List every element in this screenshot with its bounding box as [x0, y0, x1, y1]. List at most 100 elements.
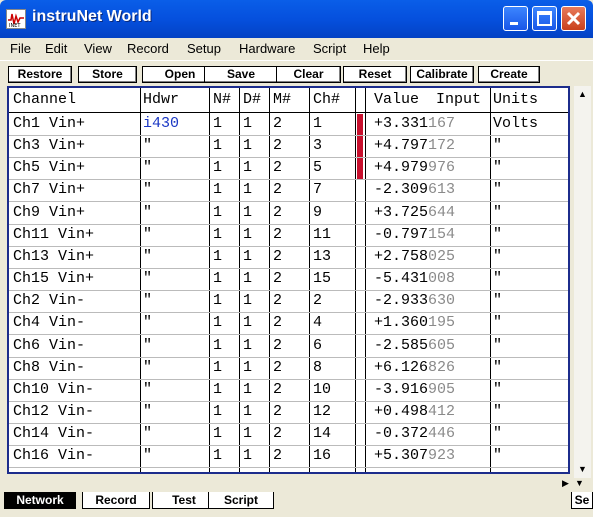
close-button[interactable] — [561, 6, 586, 31]
cell-value[interactable]: -2.585605 — [374, 335, 455, 357]
header-value[interactable]: Value — [374, 89, 419, 111]
save-button[interactable]: Save — [204, 66, 278, 83]
restore-button[interactable]: Restore — [8, 66, 72, 83]
cell-channel[interactable]: Ch6 Vin- — [13, 335, 85, 357]
cell-value[interactable]: -0.797154 — [374, 224, 455, 246]
menu-item-view[interactable]: View — [84, 41, 112, 56]
cell-value[interactable]: -3.916905 — [374, 379, 455, 401]
header-hdwr[interactable]: Hdwr — [143, 89, 179, 111]
cell-value[interactable]: +0.498412 — [374, 401, 455, 423]
tab-test[interactable]: Test — [152, 492, 216, 509]
cell-hdwr[interactable]: " — [143, 135, 152, 157]
column-divider — [269, 88, 270, 472]
cell-value[interactable]: +6.126826 — [374, 357, 455, 379]
header-n[interactable]: N# — [213, 89, 231, 111]
header-input[interactable]: Input — [436, 89, 481, 111]
scroll-down-icon[interactable]: ▼ — [575, 478, 584, 488]
cell-value[interactable]: +1.360195 — [374, 312, 455, 334]
cell-value[interactable]: +5.307923 — [374, 445, 455, 467]
maximize-button[interactable] — [532, 6, 557, 31]
menu-item-file[interactable]: File — [10, 41, 31, 56]
scroll-right-icon[interactable]: ▶ — [562, 478, 569, 489]
cell-hdwr[interactable]: i430 — [143, 113, 179, 135]
cell-d: 1 — [243, 380, 253, 398]
cell-value[interactable]: -2.933630 — [374, 290, 455, 312]
input-reading: 172 — [428, 137, 456, 155]
cell-channel[interactable]: Ch3 Vin+ — [13, 135, 85, 157]
cell-hdwr[interactable]: " — [143, 224, 152, 246]
create-button[interactable]: Create — [478, 66, 540, 83]
tab-network[interactable]: Network — [4, 492, 76, 509]
cell-channel[interactable]: Ch2 Vin- — [13, 290, 85, 312]
menu-item-edit[interactable]: Edit — [45, 41, 67, 56]
menu-item-script[interactable]: Script — [313, 41, 346, 56]
vertical-scrollbar[interactable]: ▲ ▼ — [574, 86, 591, 478]
header-m[interactable]: M# — [273, 89, 291, 111]
cell-channel[interactable]: Ch9 Vin+ — [13, 202, 85, 224]
cell-hdwr[interactable]: " — [143, 357, 152, 379]
cell-units: " — [493, 358, 503, 376]
cell-hdwr[interactable]: " — [143, 379, 152, 401]
cell-hdwr[interactable]: " — [143, 179, 152, 201]
cell-channel[interactable]: Ch15 Vin+ — [13, 268, 94, 290]
cell-value[interactable]: +4.797172 — [374, 135, 455, 157]
cell-channel[interactable]: Ch4 Vin- — [13, 312, 85, 334]
header-channel[interactable]: Channel — [13, 89, 76, 111]
cell-value[interactable]: -5.431008 — [374, 268, 455, 290]
menu-item-record[interactable]: Record — [127, 41, 169, 56]
cell-ch: 1 — [313, 115, 323, 132]
menu-item-hardware[interactable]: Hardware — [239, 41, 295, 56]
reset-button[interactable]: Reset — [343, 66, 407, 83]
scroll-down-icon[interactable]: ▼ — [574, 461, 591, 478]
tab-record[interactable]: Record — [82, 492, 150, 509]
calibrate-button[interactable]: Calibrate — [410, 66, 474, 83]
value-reading: -0.797 — [374, 225, 429, 243]
cell-hdwr[interactable]: " — [143, 157, 152, 179]
header-d[interactable]: D# — [243, 89, 261, 111]
header-ch[interactable]: Ch# — [313, 89, 340, 111]
cell-channel[interactable]: Ch5 Vin+ — [13, 157, 85, 179]
title-bar[interactable]: INET instruNet World — [0, 0, 593, 38]
cell-hdwr[interactable]: " — [143, 335, 152, 357]
cell-channel[interactable]: Ch10 Vin- — [13, 379, 94, 401]
row-divider — [9, 135, 568, 136]
cell-channel[interactable]: Ch12 Vin- — [13, 401, 94, 423]
cell-hdwr[interactable]: " — [143, 312, 152, 334]
cell-channel[interactable]: Ch7 Vin+ — [13, 179, 85, 201]
cell-value[interactable]: +2.758025 — [374, 246, 455, 268]
cell-channel[interactable]: Ch14 Vin- — [13, 423, 94, 445]
tab-script[interactable]: Script — [208, 492, 274, 509]
cell-channel[interactable]: Ch8 Vin- — [13, 357, 85, 379]
cell-value[interactable]: -2.309613 — [374, 179, 455, 201]
cell-hdwr[interactable]: " — [143, 246, 152, 268]
cell-value[interactable]: -0.372446 — [374, 423, 455, 445]
cell-value[interactable]: +3.331167 — [374, 113, 455, 135]
cell-hdwr[interactable]: " — [143, 423, 152, 445]
cell-m: 2 — [273, 447, 283, 465]
tab-se[interactable]: Se — [571, 492, 593, 509]
minimize-button[interactable] — [503, 6, 528, 31]
menu-item-help[interactable]: Help — [363, 41, 390, 56]
value-reading: -2.309 — [374, 181, 429, 199]
cell-hdwr[interactable]: " — [143, 445, 152, 467]
cell-value[interactable]: +3.725644 — [374, 202, 455, 224]
cell-value[interactable]: +4.979976 — [374, 157, 455, 179]
menu-item-setup[interactable]: Setup — [187, 41, 221, 56]
column-divider — [355, 88, 356, 472]
clear-button[interactable]: Clear — [276, 66, 341, 83]
cell-hdwr[interactable]: " — [143, 401, 152, 423]
cell-channel[interactable]: Ch16 Vin- — [13, 445, 94, 467]
cell-hdwr[interactable]: " — [143, 290, 152, 312]
cell-hdwr[interactable]: " — [143, 202, 152, 224]
cell-hdwr[interactable]: " — [143, 268, 152, 290]
cell-channel[interactable]: Ch11 Vin+ — [13, 224, 94, 246]
header-units[interactable]: Units — [493, 89, 538, 111]
scroll-up-icon[interactable]: ▲ — [574, 86, 591, 103]
cell-channel[interactable]: Ch13 Vin+ — [13, 246, 94, 268]
cell-channel[interactable]: Ch1 Vin+ — [13, 113, 85, 135]
value-reading: -3.916 — [374, 380, 429, 398]
store-button[interactable]: Store — [78, 66, 137, 83]
horizontal-scrollbar[interactable]: ▶ — [0, 478, 575, 492]
app-icon[interactable]: INET — [6, 9, 26, 29]
cell-m: 2 — [273, 402, 283, 420]
